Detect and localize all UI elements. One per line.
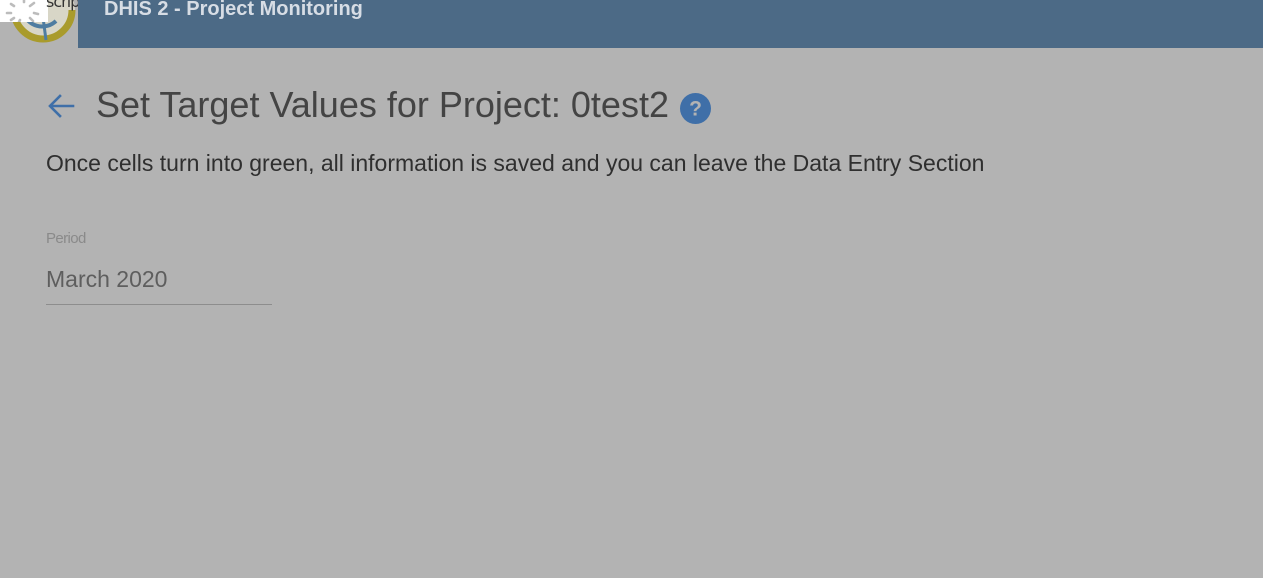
app-header: scripts DHIS 2 - Project Monitoring	[0, 0, 1263, 48]
back-button[interactable]	[46, 92, 76, 120]
period-value[interactable]: March 2020	[46, 266, 167, 293]
logo-alt-text: scripts	[46, 0, 78, 11]
main-content: Set Target Values for Project: 0test2 ? …	[0, 48, 1263, 578]
arrow-left-icon	[48, 94, 75, 118]
dhis2-logo-icon[interactable]: scripts	[0, 0, 78, 48]
period-select[interactable]: Period March 2020	[46, 230, 272, 306]
info-text: Once cells turn into green, all informat…	[46, 150, 985, 176]
period-label: Period	[46, 230, 86, 247]
help-button[interactable]: ?	[680, 93, 711, 124]
app-title[interactable]: DHIS 2 - Project Monitoring	[104, 0, 363, 21]
help-circle-icon: ?	[680, 93, 711, 124]
svg-text:?: ?	[689, 98, 702, 121]
loading-spinner-icon	[0, 0, 48, 22]
period-underline	[46, 304, 272, 305]
page-title: Set Target Values for Project: 0test2	[96, 84, 669, 125]
